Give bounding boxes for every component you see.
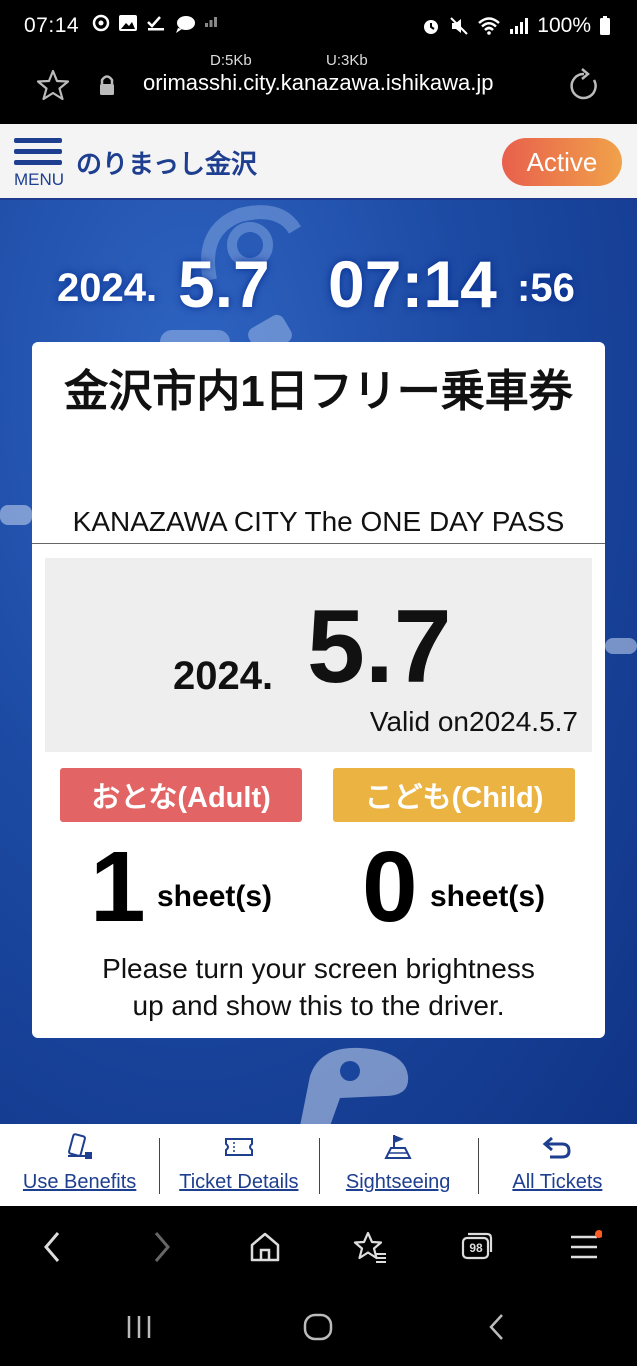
recent-apps-icon[interactable] xyxy=(124,1312,154,1342)
menu-bar-line xyxy=(14,160,62,165)
wifi-icon xyxy=(478,17,501,35)
clock-time: 07:14 xyxy=(328,247,497,321)
nav-label: Ticket Details xyxy=(179,1171,299,1193)
nav-sightseeing[interactable]: Sightseeing xyxy=(318,1124,478,1206)
nav-label: Use Benefits xyxy=(22,1171,137,1193)
status-badge: Active xyxy=(502,138,622,186)
ticket-title-text: 金沢市内1日フリー乗車券 xyxy=(64,367,573,416)
lock-icon xyxy=(100,75,114,95)
app-title: のりまっし金沢 xyxy=(76,149,257,179)
battery-icon xyxy=(600,16,610,35)
adult-count-unit: sheet(s) xyxy=(157,880,273,913)
instruction-text: Please turn your screen brightness up an… xyxy=(32,950,605,1024)
menu-bar-line xyxy=(14,149,62,154)
instruction-line: Please turn your screen brightness xyxy=(102,953,535,984)
back-icon[interactable] xyxy=(38,1230,68,1264)
signal-small-icon xyxy=(205,17,217,27)
bottom-nav: Use Benefits Ticket Details Sightseeing … xyxy=(0,1124,637,1206)
ticket-icon xyxy=(224,1131,254,1163)
clock-seconds: :56 xyxy=(517,266,575,310)
system-back-icon[interactable] xyxy=(484,1312,510,1342)
divider xyxy=(32,543,605,544)
image-icon xyxy=(119,15,137,31)
cell-signal-icon xyxy=(510,18,529,34)
status-bar: 07:14 100% xyxy=(0,0,637,52)
valid-date-box: 2024. 5.7 Valid on2024.5.7 xyxy=(45,558,592,752)
status-right: 100% xyxy=(421,14,611,38)
ticket-card: 金沢市内1日フリー乗車券 KANAZAWA CITY The ONE DAY P… xyxy=(32,342,605,1038)
download-speed: D:5Kb xyxy=(210,52,252,69)
home-button-icon[interactable] xyxy=(302,1312,334,1342)
checklist-icon xyxy=(147,16,164,31)
menu-lines-icon[interactable] xyxy=(568,1230,602,1264)
child-count-number: 0 xyxy=(362,831,418,943)
child-label: こども(Child) xyxy=(333,768,575,822)
bookmarks-icon[interactable] xyxy=(352,1230,388,1264)
upload-speed: U:3Kb xyxy=(326,52,368,69)
ticket-subtitle: KANAZAWA CITY The ONE DAY PASS xyxy=(72,506,565,537)
nav-all-tickets[interactable]: All Tickets xyxy=(477,1124,637,1206)
map-flag-icon xyxy=(383,1131,413,1163)
bookmark-star-icon[interactable] xyxy=(36,68,70,102)
browser-toolbar: 98 xyxy=(0,1206,637,1288)
nav-use-benefits[interactable]: Use Benefits xyxy=(0,1124,159,1206)
tab-count: 98 xyxy=(469,1241,483,1255)
battery-percent: 100% xyxy=(537,14,591,37)
valid-month-day: 5.7 xyxy=(307,589,452,705)
menu-bar-line xyxy=(14,138,62,143)
mute-icon xyxy=(450,17,468,35)
menu-label: MENU xyxy=(14,170,65,189)
decoration-icon xyxy=(605,638,637,654)
child-count-unit: sheet(s) xyxy=(430,880,546,913)
reload-icon[interactable] xyxy=(566,68,602,104)
chat-bubble-icon xyxy=(176,16,195,33)
live-clock: 2024. 5.7 07:14 :56 xyxy=(0,244,637,321)
adult-count-number: 1 xyxy=(90,831,146,943)
ticket-title: 金沢市内1日フリー乗車券 xyxy=(32,362,605,422)
valid-on-text: Valid on2024.5.7 xyxy=(369,706,578,737)
clock-date: 5.7 xyxy=(178,247,270,321)
tabs-button[interactable]: 98 xyxy=(460,1230,494,1269)
location-icon xyxy=(92,14,110,32)
url-text[interactable]: orimasshi.city.kanazawa.ishikawa.jp xyxy=(143,70,494,96)
forward-icon[interactable] xyxy=(146,1230,176,1264)
nav-ticket-details[interactable]: Ticket Details xyxy=(159,1124,318,1206)
decoration-icon xyxy=(300,1047,409,1124)
system-navigation xyxy=(0,1288,637,1366)
notification-icons xyxy=(92,14,218,34)
home-icon[interactable] xyxy=(248,1230,282,1264)
clock-year: 2024. xyxy=(57,266,158,310)
adult-label: おとな(Adult) xyxy=(60,768,302,822)
browser-url-bar: D:5Kb U:3Kb orimasshi.city.kanazawa.ishi… xyxy=(0,52,637,122)
return-arrow-icon xyxy=(542,1131,572,1163)
valid-year: 2024. xyxy=(173,654,274,698)
benefits-icon xyxy=(65,1131,95,1163)
nav-label: All Tickets xyxy=(512,1171,603,1193)
instruction-line: up and show this to the driver. xyxy=(132,990,505,1021)
alarm-icon xyxy=(424,20,439,34)
menu-button[interactable]: MENU xyxy=(12,136,68,192)
nav-label: Sightseeing xyxy=(345,1171,451,1193)
status-time: 07:14 xyxy=(24,14,80,37)
